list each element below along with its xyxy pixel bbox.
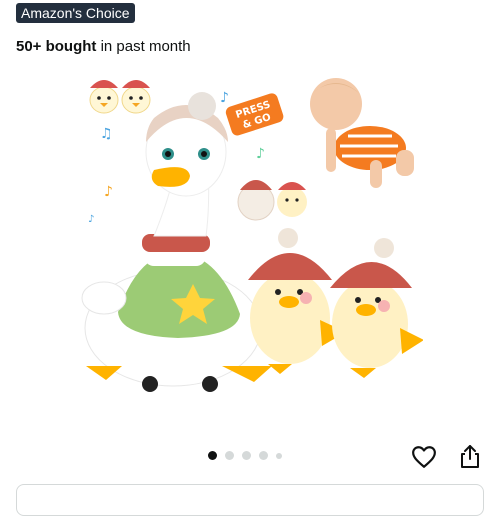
svg-text:♪: ♪	[220, 90, 229, 106]
carousel-dot-3[interactable]	[242, 451, 251, 460]
carousel-dot-1[interactable]	[208, 451, 217, 460]
duckling-toy	[330, 238, 424, 378]
purchase-count: 50+ bought	[16, 38, 97, 55]
press-and-go-sticker: PRESS & GO	[225, 93, 284, 136]
favorite-button[interactable]	[410, 443, 438, 471]
share-icon	[461, 445, 479, 468]
small-toys-pair	[237, 180, 307, 221]
product-image[interactable]: ♫ ♪ ♪ ♪ ♪ PRESS & GO	[78, 66, 424, 411]
amazons-choice-badge: Amazon's Choice	[16, 3, 135, 23]
svg-text:♫: ♫	[100, 126, 113, 142]
svg-text:♪: ♪	[104, 184, 113, 200]
purchase-period: in past month	[96, 38, 191, 55]
svg-text:♪: ♪	[256, 146, 265, 162]
heart-icon	[412, 446, 436, 468]
purchase-stat: 50+ bought in past month	[16, 38, 191, 55]
small-duck-toy	[121, 80, 151, 114]
svg-text:♪: ♪	[88, 214, 94, 225]
option-selector-box[interactable]	[16, 484, 484, 516]
duckling-toy	[248, 228, 346, 374]
carousel-dot-4[interactable]	[259, 451, 268, 460]
carousel-dot-2[interactable]	[225, 451, 234, 460]
image-carousel-indicator[interactable]	[208, 451, 282, 460]
small-duck-toy	[89, 80, 119, 114]
share-button[interactable]	[456, 443, 484, 471]
carousel-dot-5[interactable]	[276, 452, 282, 459]
baby-figure	[310, 78, 414, 188]
